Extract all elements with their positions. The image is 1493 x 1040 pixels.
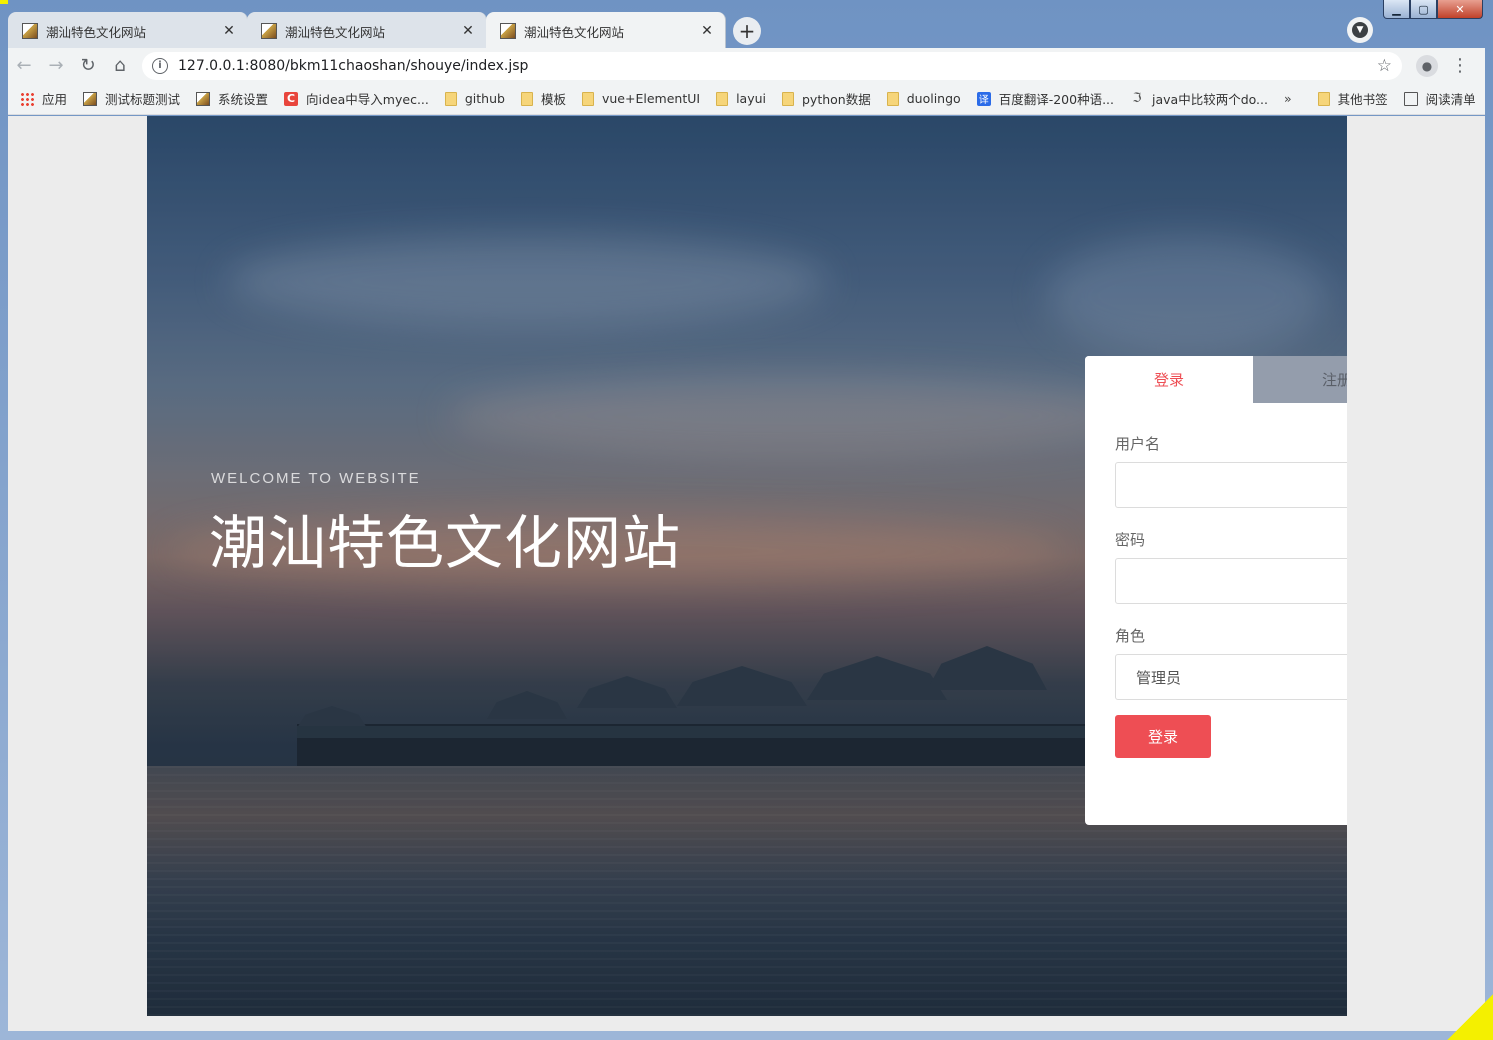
close-window-button[interactable]: ✕ bbox=[1437, 0, 1483, 19]
login-card: 登录 注册 用户名 密码 角色 管理员 ⌄ 登录 bbox=[1085, 356, 1347, 825]
bookmark-item[interactable]: C 向idea中导入myec... bbox=[284, 89, 429, 108]
tab-title: 潮汕特色文化网站 bbox=[524, 24, 625, 40]
bookmarks-overflow-button[interactable]: » bbox=[1284, 91, 1292, 106]
window-corner-mark bbox=[0, 0, 8, 4]
site-icon bbox=[196, 91, 211, 106]
tab-title: 潮汕特色文化网站 bbox=[46, 24, 147, 40]
password-input[interactable] bbox=[1115, 558, 1347, 604]
site-favicon-icon bbox=[261, 23, 277, 39]
bookmark-label: 测试标题测试 bbox=[105, 92, 181, 107]
bookmark-label: vue+ElementUI bbox=[601, 91, 701, 106]
hero-banner: WELCOME TO WEBSITE 潮汕特色文化网站 登录 注册 用户名 密码… bbox=[147, 116, 1347, 1016]
browser-toolbar: ← → ↻ ⌂ i 127.0.0.1:8080/bkm11chaoshan/s… bbox=[8, 48, 1485, 83]
bookmark-label: 应用 bbox=[42, 92, 68, 107]
bookmark-item[interactable]: 测试标题测试 bbox=[83, 89, 180, 108]
bookmark-label: 向idea中导入myec... bbox=[306, 92, 429, 107]
welcome-tagline: WELCOME TO WEBSITE bbox=[211, 470, 421, 487]
chevron-down-icon: ▼ bbox=[1352, 22, 1368, 38]
tab-search-button[interactable]: ▼ bbox=[1347, 17, 1373, 43]
menu-kebab-icon[interactable]: ⋮ bbox=[1450, 55, 1470, 76]
folder-icon bbox=[444, 91, 457, 106]
site-info-icon[interactable]: i bbox=[152, 57, 168, 74]
profile-avatar-icon[interactable]: ● bbox=[1416, 54, 1438, 77]
bookmark-label: 百度翻译-200种语... bbox=[998, 92, 1114, 107]
bookmark-label: 其他书签 bbox=[1337, 92, 1388, 107]
c-icon: C bbox=[284, 91, 299, 106]
reload-icon[interactable]: ↻ bbox=[72, 50, 104, 82]
bookmark-item[interactable]: 译百度翻译-200种语... bbox=[976, 89, 1114, 108]
bookmark-label: duolingo bbox=[906, 91, 961, 106]
tab-close-icon[interactable]: ✕ bbox=[460, 23, 476, 39]
bookmark-label: 阅读清单 bbox=[1425, 92, 1476, 107]
home-icon[interactable]: ⌂ bbox=[104, 50, 136, 82]
bookmark-item[interactable]: ℑjava中比较两个do... bbox=[1130, 89, 1268, 108]
new-tab-button[interactable]: + bbox=[733, 17, 761, 45]
tab-login[interactable]: 登录 bbox=[1085, 356, 1253, 403]
window-corner-mark bbox=[1447, 994, 1493, 1040]
back-icon[interactable]: ← bbox=[8, 50, 40, 82]
bookmark-folder[interactable]: layui bbox=[716, 91, 766, 106]
java-icon: ℑ bbox=[1132, 91, 1142, 106]
minimize-button[interactable]: ▁ bbox=[1383, 0, 1410, 19]
folder-icon bbox=[886, 91, 899, 106]
login-button[interactable]: 登录 bbox=[1115, 715, 1211, 758]
bookmark-label: layui bbox=[736, 91, 766, 106]
bookmark-label: 系统设置 bbox=[218, 92, 269, 107]
bookmark-item[interactable]: 系统设置 bbox=[196, 89, 268, 108]
login-form: 用户名 密码 角色 管理员 ⌄ 登录 bbox=[1085, 403, 1347, 758]
forward-icon[interactable]: → bbox=[40, 50, 72, 82]
folder-icon bbox=[581, 91, 594, 106]
role-selected-value: 管理员 bbox=[1136, 668, 1182, 687]
folder-icon bbox=[782, 91, 794, 106]
reading-list-icon bbox=[1403, 91, 1418, 106]
page-viewport: WELCOME TO WEBSITE 潮汕特色文化网站 登录 注册 用户名 密码… bbox=[8, 116, 1485, 1031]
role-select[interactable]: 管理员 ⌄ bbox=[1115, 654, 1347, 700]
maximize-button[interactable]: ▢ bbox=[1410, 0, 1437, 19]
tab-register[interactable]: 注册 bbox=[1253, 356, 1347, 403]
site-title: 潮汕特色文化网站 bbox=[209, 509, 682, 577]
username-input[interactable] bbox=[1115, 462, 1347, 508]
bookmark-label: java中比较两个do... bbox=[1152, 92, 1268, 107]
site-icon bbox=[83, 91, 98, 106]
bookmark-label: github bbox=[464, 91, 505, 106]
browser-tab[interactable]: 潮汕特色文化网站 ✕ bbox=[247, 12, 487, 50]
bookmark-folder[interactable]: vue+ElementUI bbox=[581, 91, 701, 106]
auth-tabs: 登录 注册 bbox=[1085, 356, 1347, 403]
browser-tab[interactable]: 潮汕特色文化网站 ✕ bbox=[8, 12, 248, 50]
tab-title: 潮汕特色文化网站 bbox=[285, 24, 386, 40]
bookmarks-bar: 应用 测试标题测试 系统设置 C 向idea中导入myec... github 模… bbox=[8, 83, 1485, 115]
folder-icon bbox=[520, 91, 533, 106]
tab-close-icon[interactable]: ✕ bbox=[699, 23, 715, 39]
address-url[interactable]: 127.0.0.1:8080/bkm11chaoshan/shouye/inde… bbox=[178, 58, 1377, 74]
browser-tab-active[interactable]: 潮汕特色文化网站 ✕ bbox=[486, 12, 726, 50]
bookmark-label: python数据 bbox=[802, 92, 871, 107]
username-label: 用户名 bbox=[1115, 435, 1161, 453]
bookmark-folder[interactable]: python数据 bbox=[782, 89, 871, 108]
apps-icon bbox=[20, 91, 34, 106]
tab-close-icon[interactable]: ✕ bbox=[221, 23, 237, 39]
translate-icon: 译 bbox=[976, 91, 991, 106]
reading-list-button[interactable]: 阅读清单 bbox=[1403, 89, 1476, 108]
other-bookmarks-folder[interactable]: 其他书签 bbox=[1317, 89, 1388, 108]
site-favicon-icon bbox=[500, 23, 516, 39]
window-controls: ▁ ▢ ✕ bbox=[1383, 0, 1483, 19]
tab-strip: 潮汕特色文化网站 ✕ 潮汕特色文化网站 ✕ 潮汕特色文化网站 ✕ + bbox=[8, 10, 761, 50]
browser-window: ▁ ▢ ✕ 潮汕特色文化网站 ✕ 潮汕特色文化网站 ✕ 潮汕特色文化网站 ✕ +… bbox=[0, 0, 1493, 1040]
bookmark-apps[interactable]: 应用 bbox=[20, 89, 67, 108]
role-label: 角色 bbox=[1115, 627, 1146, 645]
address-bar[interactable]: i 127.0.0.1:8080/bkm11chaoshan/shouye/in… bbox=[142, 51, 1402, 80]
bookmark-folder[interactable]: duolingo bbox=[886, 91, 961, 106]
password-label: 密码 bbox=[1115, 531, 1146, 549]
bookmark-folder[interactable]: 模板 bbox=[520, 89, 566, 108]
bookmark-folder[interactable]: github bbox=[444, 91, 505, 106]
folder-icon bbox=[716, 91, 729, 106]
folder-icon bbox=[1317, 91, 1330, 106]
bookmark-star-icon[interactable]: ☆ bbox=[1377, 56, 1392, 76]
site-favicon-icon bbox=[22, 23, 38, 39]
bookmark-label: 模板 bbox=[540, 92, 566, 107]
